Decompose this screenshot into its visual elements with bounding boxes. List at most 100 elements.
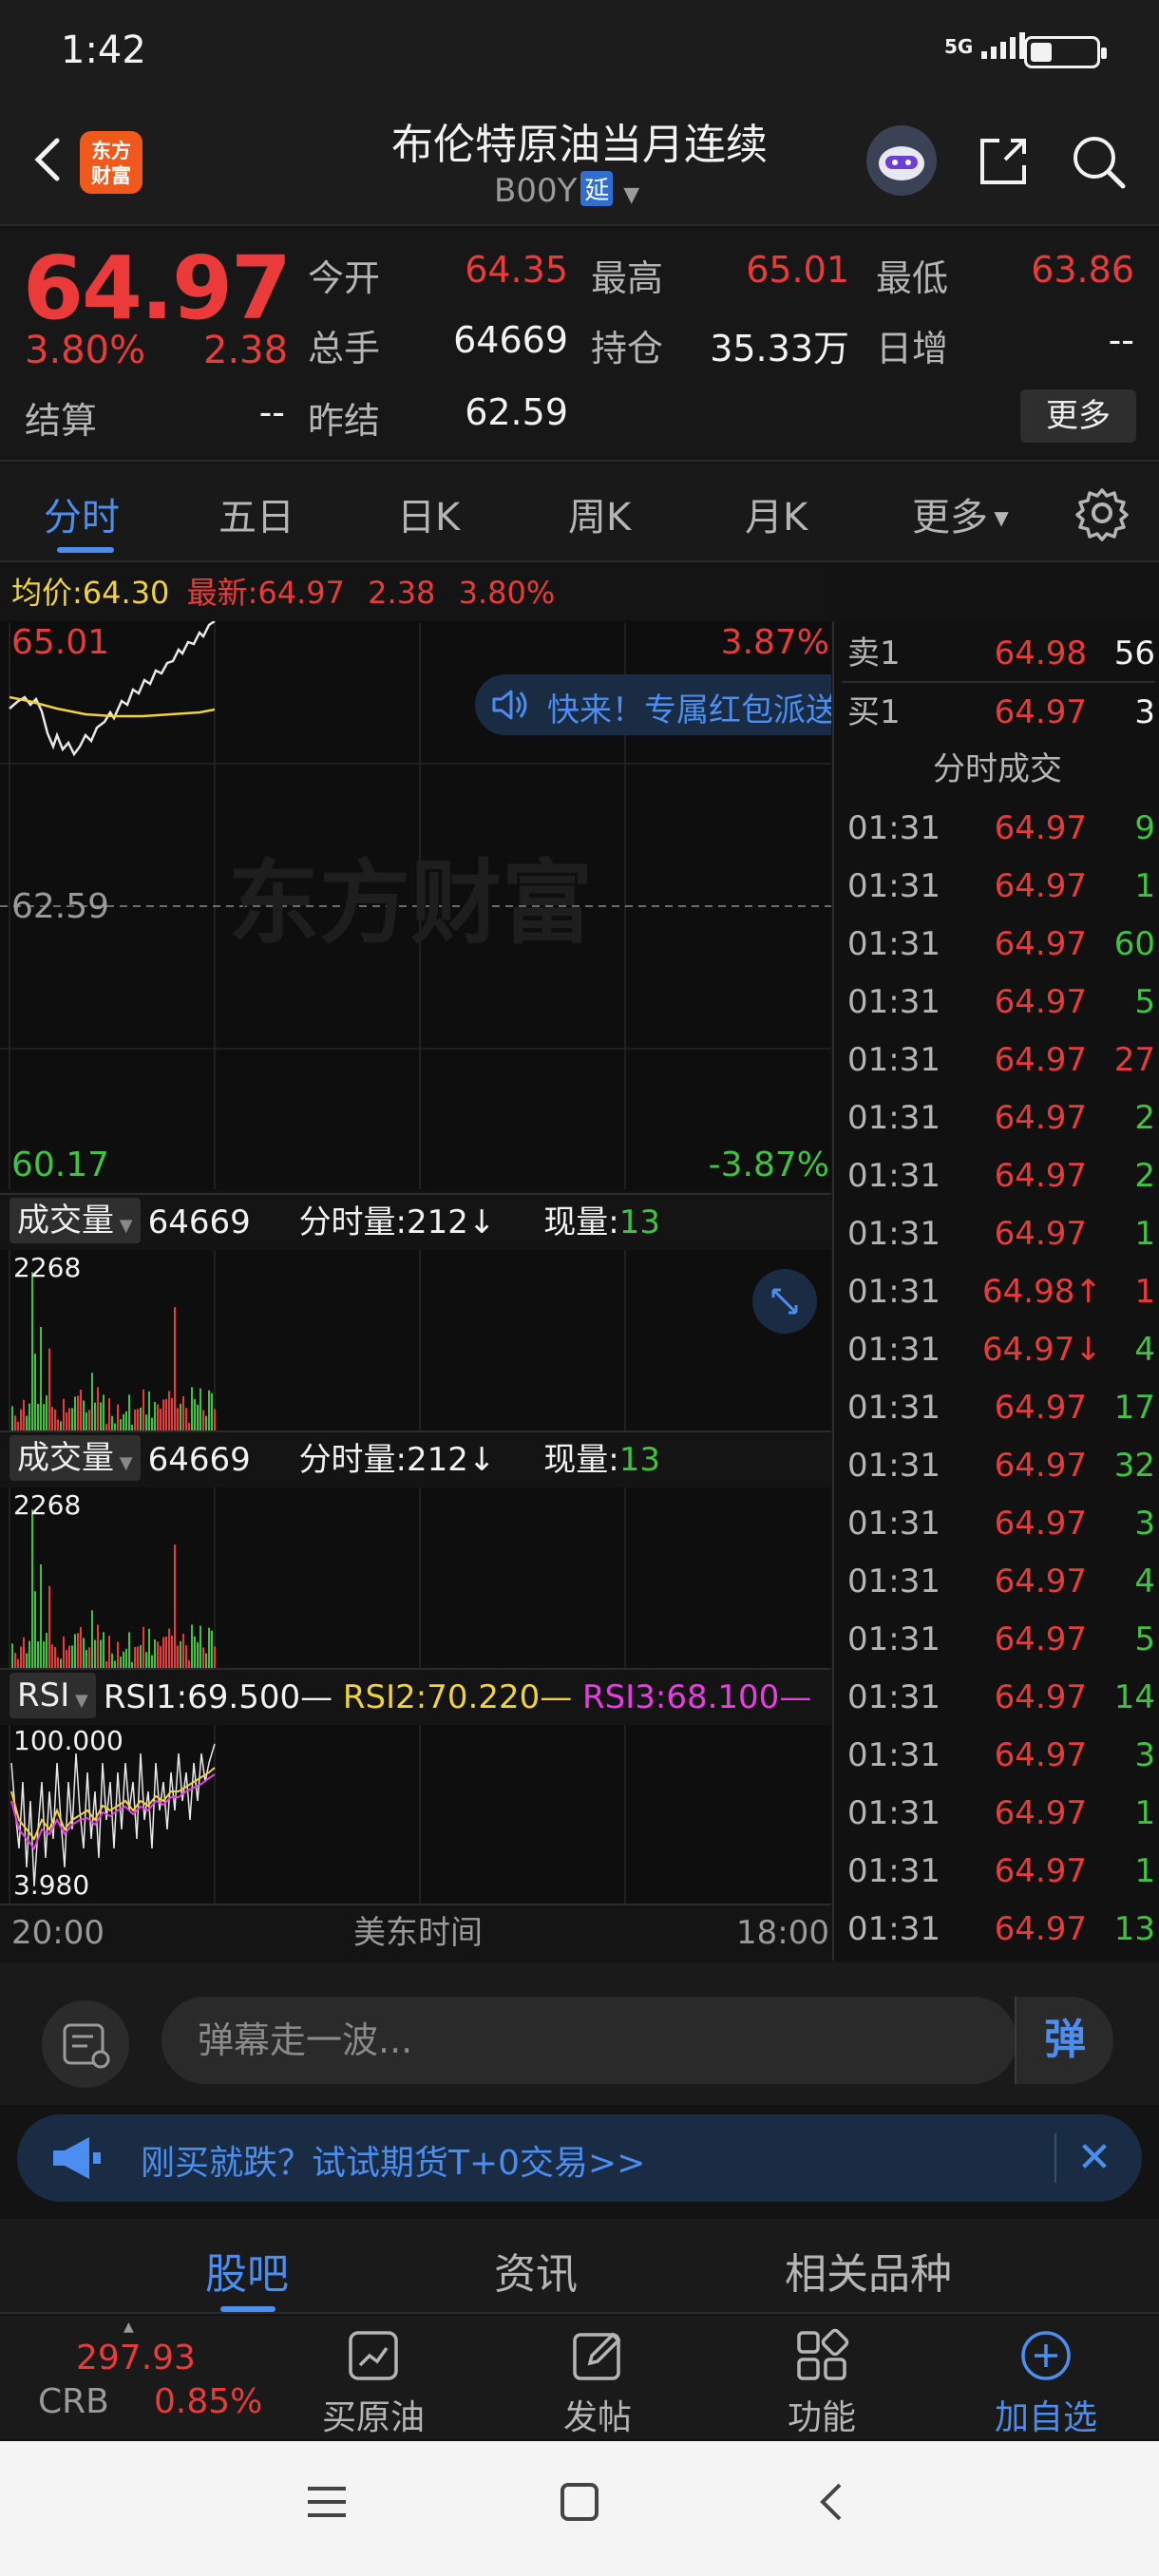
functions-button[interactable]: 功能 bbox=[750, 2316, 893, 2439]
caret-down-icon: ▼ bbox=[114, 1453, 133, 1473]
tick-row: 01:31 64.97 17 bbox=[842, 1379, 1155, 1437]
volume-total: 64669 bbox=[147, 1203, 251, 1241]
volume-bar bbox=[171, 1397, 173, 1430]
volume-bar bbox=[83, 1638, 85, 1668]
danmu-input[interactable]: 弹幕走一波... bbox=[162, 1997, 1016, 2084]
volume-value: 64669 bbox=[453, 319, 568, 361]
volume-bar bbox=[111, 1415, 113, 1430]
tick-row: 01:31 64.97 2 bbox=[842, 1089, 1155, 1147]
add-watchlist-button[interactable]: 加自选 bbox=[975, 2316, 1117, 2439]
gear-icon[interactable] bbox=[1074, 484, 1130, 541]
volume-bar bbox=[145, 1414, 147, 1430]
tab-related[interactable]: 相关品种 bbox=[785, 2240, 952, 2301]
tick-price: 64.97 bbox=[994, 983, 1087, 1021]
volume-bar bbox=[114, 1423, 116, 1430]
volume-bar bbox=[214, 1646, 216, 1668]
tick-time: 01:31 bbox=[847, 1447, 940, 1485]
status-time: 1:42 bbox=[61, 28, 146, 72]
rsi-axis-min: 3.980 bbox=[13, 1869, 90, 1901]
tick-time: 01:31 bbox=[847, 1736, 940, 1774]
volume-bar bbox=[57, 1419, 59, 1430]
home-icon[interactable] bbox=[557, 2479, 602, 2529]
volume-bar bbox=[94, 1639, 96, 1668]
back-button[interactable] bbox=[21, 131, 78, 188]
volume-bar bbox=[57, 1657, 59, 1668]
volume-bar bbox=[148, 1628, 150, 1668]
back-nav-icon[interactable] bbox=[809, 2479, 855, 2529]
time-axis-end: 18:00 bbox=[736, 1914, 829, 1952]
volume-bar bbox=[125, 1411, 127, 1430]
volume-bar bbox=[197, 1641, 199, 1668]
menu-icon[interactable] bbox=[304, 2479, 350, 2529]
volume-bar bbox=[31, 1509, 33, 1668]
expand-icon[interactable] bbox=[752, 1269, 817, 1334]
tab-underline bbox=[57, 547, 114, 553]
intraday-chart[interactable]: 东方财富 65.01 62.59 60.17 3.87% -3.87% 快来！专… bbox=[0, 619, 831, 1191]
app-logo: 东方 财富 bbox=[80, 131, 142, 194]
tick-price: 64.97 bbox=[994, 1563, 1087, 1601]
promo-banner[interactable]: 刚买就跌？试试期货T+0交易>> ✕ bbox=[17, 2114, 1142, 2202]
indicator-select-2-label: 成交量 bbox=[17, 1439, 114, 1477]
quote-panel: 64.97 3.80% 2.38 今开 64.35 最高 65.01 最低 63… bbox=[0, 228, 1159, 462]
tab-daily-k[interactable]: 日K bbox=[397, 486, 460, 541]
tab-intraday[interactable]: 分时 bbox=[44, 486, 120, 541]
indicator-select-2[interactable]: 成交量 ▼ bbox=[10, 1435, 141, 1481]
watermark: 东方财富 bbox=[228, 853, 593, 955]
tab-forum[interactable]: 股吧 bbox=[205, 2240, 289, 2301]
tick-price: 64.97 bbox=[994, 1910, 1087, 1948]
search-icon[interactable] bbox=[1068, 131, 1129, 192]
post-button[interactable]: 发帖 bbox=[526, 2316, 669, 2439]
comment-settings-icon[interactable] bbox=[42, 2000, 129, 2088]
tick-time: 01:31 bbox=[847, 1678, 940, 1716]
volume-bar bbox=[151, 1655, 153, 1668]
volume-bar bbox=[103, 1632, 104, 1668]
open-value: 64.35 bbox=[465, 249, 568, 291]
more-quote-button[interactable]: 更多 bbox=[1020, 389, 1136, 443]
contract-code[interactable]: B00Y 延 ▼ bbox=[494, 171, 639, 210]
tick-time: 01:31 bbox=[847, 1563, 940, 1601]
caret-down-icon: ▼ bbox=[69, 1691, 88, 1711]
red-packet-banner[interactable]: 快来！专属红包派送 bbox=[475, 674, 831, 735]
volume-bar bbox=[162, 1399, 164, 1430]
assistant-robot-icon[interactable] bbox=[866, 125, 937, 196]
volume-bar bbox=[182, 1633, 184, 1668]
volume-bar bbox=[86, 1650, 87, 1668]
danmu-toggle-button[interactable]: 弹 bbox=[1015, 1997, 1113, 2084]
tab-news[interactable]: 资讯 bbox=[494, 2240, 578, 2301]
tab-monthly-k[interactable]: 月K bbox=[745, 486, 808, 541]
volume-bar bbox=[51, 1644, 53, 1668]
volume-bar bbox=[66, 1412, 67, 1430]
volume-bar bbox=[162, 1637, 164, 1668]
close-icon[interactable]: ✕ bbox=[1066, 2130, 1123, 2187]
buy-crude-button[interactable]: 买原油 bbox=[302, 2316, 445, 2439]
tab-weekly-k[interactable]: 周K bbox=[568, 486, 631, 541]
tick-time: 01:31 bbox=[847, 1215, 940, 1253]
volume-bar bbox=[91, 1373, 93, 1430]
share-icon[interactable] bbox=[973, 131, 1034, 192]
tick-row: 01:31 64.97 3 bbox=[842, 1495, 1155, 1553]
volume-bar bbox=[46, 1633, 48, 1668]
volume-bar bbox=[34, 1591, 36, 1668]
edit-icon bbox=[569, 2327, 626, 2384]
pct-axis-bottom: -3.87% bbox=[708, 1146, 829, 1184]
indicator-select-1-label: 成交量 bbox=[17, 1202, 114, 1240]
volume-axis-max-1: 2268 bbox=[13, 1252, 82, 1283]
functions-label: 功能 bbox=[787, 2398, 856, 2437]
volume-bar bbox=[23, 1399, 25, 1430]
rsi-select-label: RSI bbox=[17, 1676, 70, 1714]
volume-bar bbox=[205, 1653, 207, 1668]
tick-price: 64.97↓ bbox=[982, 1331, 1102, 1369]
avg-label: 均价: bbox=[11, 575, 83, 611]
tab-more[interactable]: 更多 ▼ bbox=[912, 486, 1009, 541]
tab-five-day[interactable]: 五日 bbox=[218, 486, 294, 541]
indicator-select-1[interactable]: 成交量 ▼ bbox=[10, 1198, 141, 1243]
ask-label: 卖1 bbox=[847, 635, 901, 672]
tick-volume: 60 bbox=[1113, 925, 1155, 963]
volume-header-1: 成交量 ▼ 64669 分时量:212↓ 现量:13 bbox=[0, 1193, 831, 1250]
time-axis-start: 20:00 bbox=[11, 1914, 104, 1952]
period-volume-label: 分时量: bbox=[298, 1203, 408, 1241]
rsi-select[interactable]: RSI ▼ bbox=[10, 1673, 96, 1718]
tick-price: 64.97 bbox=[994, 1678, 1087, 1716]
tick-time: 01:31 bbox=[847, 809, 940, 847]
tick-row: 01:31 64.97 4 bbox=[842, 1553, 1155, 1611]
